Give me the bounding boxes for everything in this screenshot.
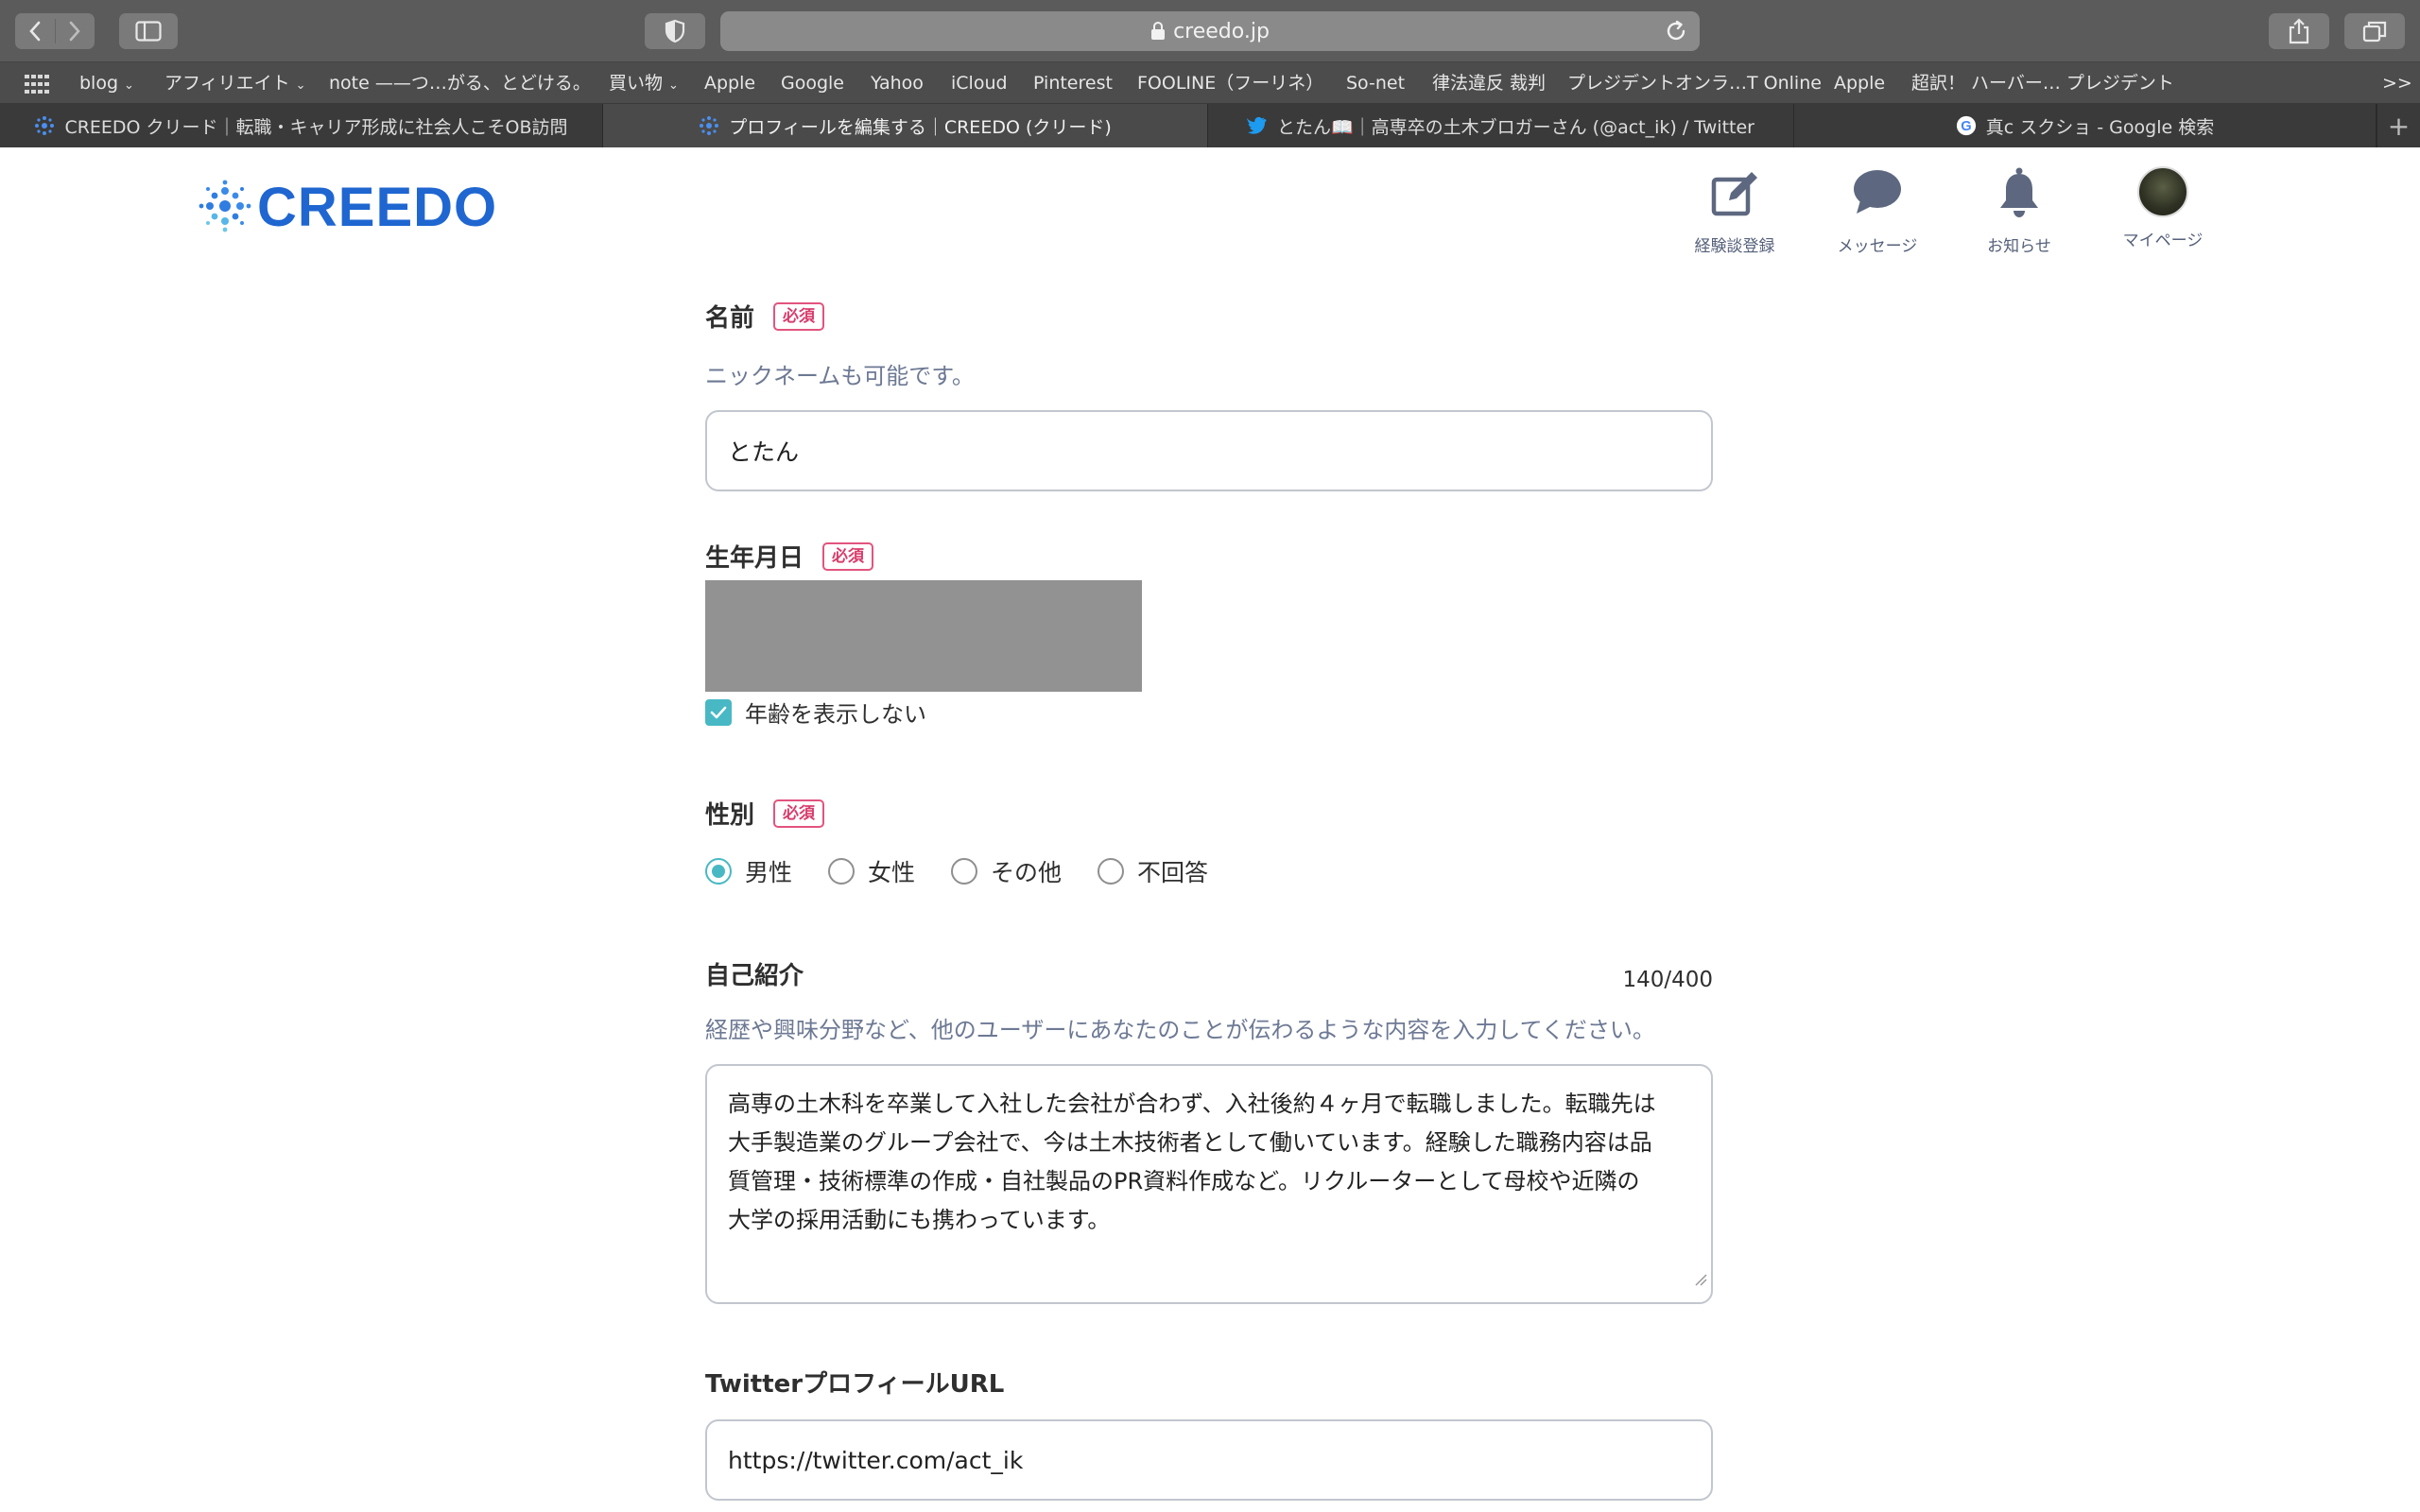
hide-age-label: 年齢を表示しない [745, 701, 926, 728]
new-tab-icon[interactable]: + [2377, 104, 2420, 147]
twitter-icon [1246, 115, 1268, 136]
gender-radio-male[interactable] [705, 858, 732, 885]
hide-age-checkbox-row[interactable]: 年齢を表示しない [705, 696, 926, 729]
sidebar-toggle-icon[interactable] [119, 13, 178, 49]
required-badge: 必須 [773, 799, 825, 828]
nav-messages[interactable]: メッセージ [1811, 166, 1944, 256]
bio-line: 大手製造業のグループ会社で、今は土木技術者として働いています。経験した職務内容は… [728, 1129, 1652, 1156]
svg-text:G: G [1961, 119, 1971, 134]
grid-apps-icon[interactable] [25, 62, 49, 104]
bio-char-counter: 140/400 [1622, 968, 1713, 992]
tab-creedo-home[interactable]: CREEDO クリード｜転職・キャリア形成に社会人こそOB訪問 [0, 104, 603, 147]
gender-label: 性別 [705, 801, 755, 830]
lock-icon [1150, 22, 1166, 41]
bio-hint: 経歴や興味分野など、他のユーザーにあなたのことが伝わるような内容を入力してくださ… [705, 1017, 1655, 1043]
bio-label: 自己紹介 [705, 962, 804, 990]
tab-google-search[interactable]: G 真c スクショ - Google 検索 [1794, 104, 2377, 147]
bookmark-sonet[interactable]: So-net [1346, 62, 1405, 104]
bookmark-law[interactable]: 律法違反 裁判 [1432, 62, 1546, 104]
address-bar[interactable]: creedo.jp [720, 11, 1700, 51]
twitter-url-value: https://twitter.com/act_ik [728, 1446, 1024, 1474]
bookmark-icloud[interactable]: iCloud [951, 62, 1008, 104]
name-label-row: 名前 必須 [705, 299, 825, 334]
chevron-down-icon: ⌄ [668, 78, 679, 93]
chat-bubble-icon [1851, 166, 1904, 223]
bookmark-harvard[interactable]: 超訳！ ハーバー… プレジデント [1911, 62, 2174, 104]
share-icon[interactable] [2269, 13, 2329, 49]
birthday-select-redacted[interactable] [705, 580, 1142, 692]
gender-label-row: 性別 必須 [705, 796, 825, 831]
bookmark-affiliate[interactable]: アフィリエイト ⌄ [164, 62, 306, 104]
gender-option-female[interactable]: 女性 [828, 854, 915, 888]
birthday-label-row: 生年月日 必須 [705, 539, 874, 574]
privacy-shield-icon[interactable] [645, 13, 705, 49]
google-icon: G [1956, 115, 1977, 136]
nav-notifications[interactable]: お知らせ [1953, 166, 2085, 256]
bio-line: 質管理・技術標準の作成・自社製品のPR資料作成など。リクルーターとして母校や近隣… [728, 1168, 1640, 1194]
gender-option-no-answer[interactable]: 不回答 [1098, 854, 1208, 888]
bookmark-blog[interactable]: blog ⌄ [79, 62, 134, 104]
nav-experience-register[interactable]: 経験談登録 [1668, 166, 1801, 256]
bookmark-pinterest[interactable]: Pinterest [1033, 62, 1113, 104]
bookmarks-more-icon[interactable]: >> [2382, 62, 2412, 104]
bell-icon [1993, 166, 2046, 223]
twitter-url-label: TwitterプロフィールURL [705, 1370, 1005, 1399]
twitter-url-input[interactable]: https://twitter.com/act_ik [705, 1419, 1713, 1501]
name-input[interactable]: とたん [705, 410, 1713, 491]
browser-toolbar: creedo.jp [0, 0, 2420, 62]
creedo-icon [34, 115, 55, 136]
bio-line: 高専の土木科を卒業して入社した会社が合わず、入社後約４ヶ月で転職しました。転職先… [728, 1091, 1656, 1117]
tabs-overview-icon[interactable] [2344, 13, 2405, 49]
bookmark-note[interactable]: note ——つ…がる、とどける。 [329, 62, 591, 104]
gender-option-other[interactable]: その他 [951, 854, 1062, 888]
bookmark-apple[interactable]: Apple [704, 62, 755, 104]
hide-age-checkbox[interactable] [705, 698, 732, 726]
reload-icon[interactable] [1664, 19, 1688, 49]
resize-handle-icon[interactable] [1694, 1260, 1707, 1298]
gender-radio-other[interactable] [951, 858, 978, 885]
bio-textarea[interactable]: 高専の土木科を卒業して入社した会社が合わず、入社後約４ヶ月で転職しました。転職先… [705, 1064, 1713, 1304]
bookmarks-bar: blog ⌄ アフィリエイト ⌄ note ——つ…がる、とどける。 買い物 ⌄ Ap… [0, 62, 2420, 104]
birthday-label: 生年月日 [705, 544, 804, 573]
bookmark-apple-2[interactable]: Apple [1834, 62, 1885, 104]
bookmark-google[interactable]: Google [781, 62, 844, 104]
required-badge: 必須 [773, 301, 825, 331]
avatar [2137, 166, 2188, 217]
creedo-logo[interactable]: CREEDO [199, 176, 497, 239]
gender-radio-no-answer[interactable] [1098, 858, 1125, 885]
gender-option-male[interactable]: 男性 [705, 854, 792, 888]
bookmark-shopping[interactable]: 買い物 ⌄ [609, 62, 679, 104]
gender-radio-group: 男性 女性 その他 不回答 [705, 854, 1244, 888]
name-label: 名前 [705, 304, 755, 333]
tab-profile-edit[interactable]: プロフィールを編集する｜CREEDO (クリード) [603, 104, 1208, 147]
bookmark-president-online[interactable]: プレジデントオンラ…T Online [1567, 62, 1822, 104]
name-input-value: とたん [728, 438, 800, 466]
gender-radio-female[interactable] [828, 858, 856, 885]
name-hint: ニックネームも可能です。 [705, 363, 975, 389]
creedo-logo-text: CREEDO [257, 177, 498, 238]
tab-bar: CREEDO クリード｜転職・キャリア形成に社会人こそOB訪問 プロフィールを編… [0, 104, 2420, 147]
back-forward-buttons[interactable] [15, 13, 95, 49]
required-badge: 必須 [822, 541, 874, 571]
bio-label-row: 自己紹介 [705, 956, 804, 991]
chevron-left-icon[interactable] [15, 21, 55, 42]
bio-line: 大学の採用活動にも携わっています。 [728, 1207, 1111, 1233]
edit-icon [1708, 166, 1761, 223]
chevron-down-icon: ⌄ [295, 78, 306, 93]
tab-twitter[interactable]: とたん📖｜高専卒の土木ブロガーさん (@act_ik) / Twitter [1208, 104, 1794, 147]
bookmark-fooline[interactable]: FOOLINE（フーリネ） [1137, 62, 1323, 104]
chevron-down-icon: ⌄ [124, 78, 134, 93]
creedo-icon [699, 115, 719, 136]
address-url: creedo.jp [1173, 19, 1270, 43]
creedo-logo-mark-icon [199, 180, 251, 236]
nav-mypage[interactable]: マイページ [2097, 166, 2229, 250]
twitter-label-row: TwitterプロフィールURL [705, 1365, 1004, 1400]
chevron-right-icon[interactable] [55, 21, 95, 42]
bookmark-yahoo[interactable]: Yahoo [871, 62, 924, 104]
